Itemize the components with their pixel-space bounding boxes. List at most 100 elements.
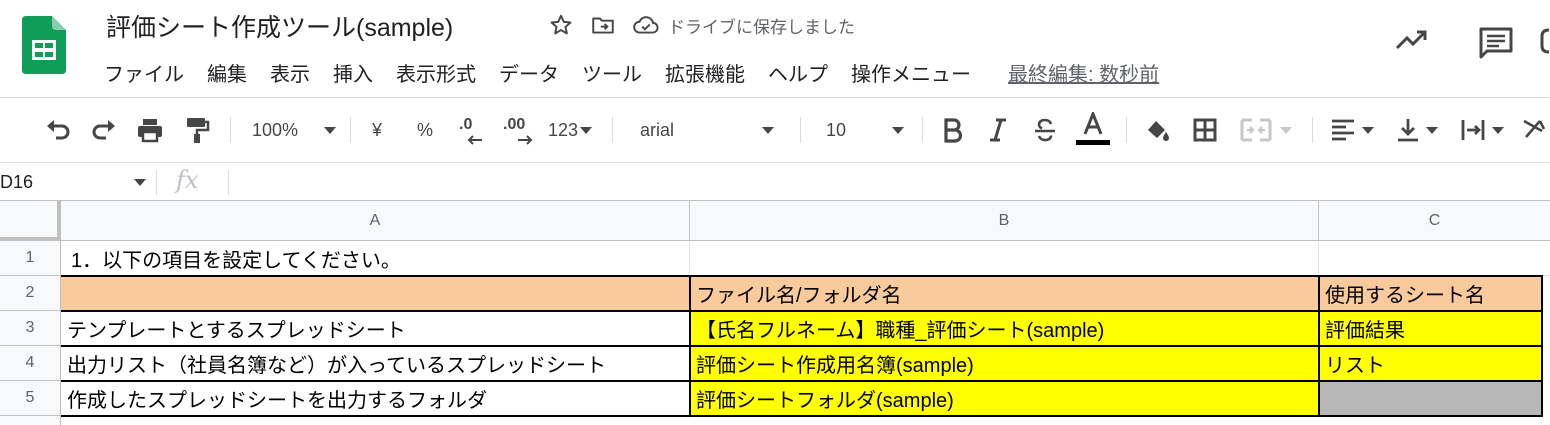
name-box[interactable]: D16	[0, 163, 156, 201]
font-size-select[interactable]: 10	[826, 99, 905, 161]
cell-c4[interactable]: リスト	[1319, 346, 1542, 381]
chevron-down-icon[interactable]	[134, 179, 146, 186]
cell-b1[interactable]	[690, 241, 1319, 276]
cell-a4[interactable]: 出力リスト（社員名簿など）が入っているスプレッドシート	[61, 346, 690, 381]
column-header-a[interactable]: A	[61, 201, 690, 241]
table-border	[61, 310, 1543, 312]
chevron-down-icon	[1362, 126, 1374, 134]
menu-file[interactable]: ファイル	[104, 58, 184, 87]
cell-b5[interactable]: 評価シートフォルダ(sample)	[690, 381, 1319, 416]
menu-help[interactable]: ヘルプ	[768, 58, 828, 87]
horizontal-align-select[interactable]	[1330, 99, 1374, 161]
table-border	[689, 275, 691, 417]
menu-view[interactable]: 表示	[270, 58, 310, 87]
align-bottom-icon	[1398, 119, 1418, 142]
undo-icon[interactable]	[44, 99, 72, 161]
menu-insert[interactable]: 挿入	[333, 58, 373, 87]
spreadsheet-grid: A B C 1 2 3 4 5 1．以下の項目を設定してください。 ファイル名/…	[0, 201, 1550, 425]
redo-icon[interactable]	[90, 99, 118, 161]
italic-icon	[990, 118, 1006, 142]
bold-icon	[944, 118, 963, 143]
print-icon[interactable]	[136, 99, 164, 161]
decrease-decimal-icon: .0	[459, 116, 482, 145]
number-format-label: 123	[548, 119, 579, 140]
activity-trend-icon[interactable]	[1394, 26, 1428, 59]
table-border	[61, 380, 1543, 382]
row-header-3[interactable]: 3	[0, 311, 61, 346]
bold-button[interactable]	[940, 99, 964, 161]
row-header-2[interactable]: 2	[0, 276, 61, 311]
zoom-value: 100%	[252, 119, 299, 140]
percent-label: %	[417, 119, 434, 140]
strikethrough-button[interactable]	[1032, 99, 1058, 161]
paint-format-icon[interactable]	[184, 99, 210, 161]
italic-button[interactable]	[986, 99, 1010, 161]
table-border	[1318, 275, 1320, 417]
column-header-b[interactable]: B	[690, 201, 1319, 241]
cell-b3[interactable]: 【氏名フルネーム】職種_評価シート(sample)	[690, 311, 1319, 346]
cell-c2[interactable]: 使用するシート名	[1319, 276, 1542, 311]
app-header: 評価シート作成ツール(sample) ドライブに保存しました ファイル 編集 表…	[0, 0, 1550, 98]
currency-format-button[interactable]: ¥	[372, 99, 382, 161]
row-header-4[interactable]: 4	[0, 346, 61, 381]
increase-decimal-icon: .00	[503, 116, 533, 145]
increase-decimal-button[interactable]: .00	[502, 99, 536, 161]
chevron-down-icon	[324, 126, 337, 134]
comments-icon[interactable]	[1478, 26, 1514, 65]
number-format-select[interactable]: 123	[548, 99, 593, 161]
text-color-button[interactable]	[1076, 99, 1110, 161]
decrease-decimal-button[interactable]: .0	[458, 99, 486, 161]
cell-a3[interactable]: テンプレートとするスプレッドシート	[61, 311, 690, 346]
cell-c3[interactable]: 評価結果	[1319, 311, 1542, 346]
cell-c1[interactable]	[1319, 241, 1550, 276]
chevron-down-icon	[892, 126, 905, 134]
chevron-down-icon	[1280, 126, 1292, 134]
zoom-select[interactable]: 100%	[252, 99, 337, 161]
move-to-folder-icon[interactable]	[590, 12, 616, 38]
cell-a1[interactable]: 1．以下の項目を設定してください。	[61, 241, 690, 276]
column-header-c[interactable]: C	[1319, 201, 1550, 241]
borders-button[interactable]	[1192, 99, 1218, 161]
vertical-align-select[interactable]	[1396, 99, 1438, 161]
percent-format-button[interactable]: %	[417, 99, 433, 161]
merge-cells-button[interactable]	[1240, 99, 1292, 161]
chevron-down-icon	[1492, 126, 1504, 134]
menu-tools[interactable]: ツール	[582, 58, 642, 87]
select-all-corner[interactable]	[0, 201, 61, 241]
chevron-down-icon	[580, 126, 593, 134]
text-rotation-icon	[1523, 119, 1546, 138]
text-wrapping-select[interactable]	[1460, 99, 1504, 161]
video-call-icon[interactable]	[1540, 26, 1550, 61]
formula-bar: D16 fx	[0, 162, 1550, 201]
menu-format[interactable]: 表示形式	[396, 58, 476, 87]
cloud-saved-icon[interactable]	[632, 12, 660, 38]
merge-cells-icon	[1240, 118, 1272, 142]
fill-color-icon	[1148, 121, 1169, 141]
strikethrough-icon	[1035, 118, 1055, 142]
formula-input[interactable]	[240, 163, 1540, 201]
cell-b2[interactable]: ファイル名/フォルダ名	[690, 276, 1319, 311]
chevron-down-icon	[1426, 126, 1438, 134]
table-border	[61, 275, 1543, 277]
row-header-5[interactable]: 5	[0, 381, 61, 416]
chevron-down-icon	[762, 126, 775, 134]
cell-a5[interactable]: 作成したスプレッドシートを出力するフォルダ	[61, 381, 690, 416]
text-rotation-select[interactable]	[1522, 99, 1550, 161]
text-color-icon	[1076, 112, 1110, 145]
cell-a2[interactable]	[61, 276, 690, 311]
fill-color-button[interactable]	[1144, 99, 1170, 161]
cell-c5[interactable]	[1319, 381, 1542, 416]
borders-icon	[1193, 118, 1217, 142]
sheets-logo-icon[interactable]	[22, 16, 66, 74]
last-edit-link[interactable]: 最終編集: 数秒前	[1008, 58, 1159, 87]
menu-edit[interactable]: 編集	[207, 58, 247, 87]
menu-data[interactable]: データ	[499, 58, 559, 87]
star-icon[interactable]	[548, 12, 574, 38]
row-header-6[interactable]	[0, 416, 61, 425]
menu-custom-actions[interactable]: 操作メニュー	[851, 58, 971, 87]
document-title[interactable]: 評価シート作成ツール(sample)	[106, 8, 453, 44]
cell-b4[interactable]: 評価シート作成用名簿(sample)	[690, 346, 1319, 381]
menu-extensions[interactable]: 拡張機能	[665, 58, 745, 87]
font-family-select[interactable]: arial	[640, 99, 775, 161]
row-header-1[interactable]: 1	[0, 241, 61, 276]
